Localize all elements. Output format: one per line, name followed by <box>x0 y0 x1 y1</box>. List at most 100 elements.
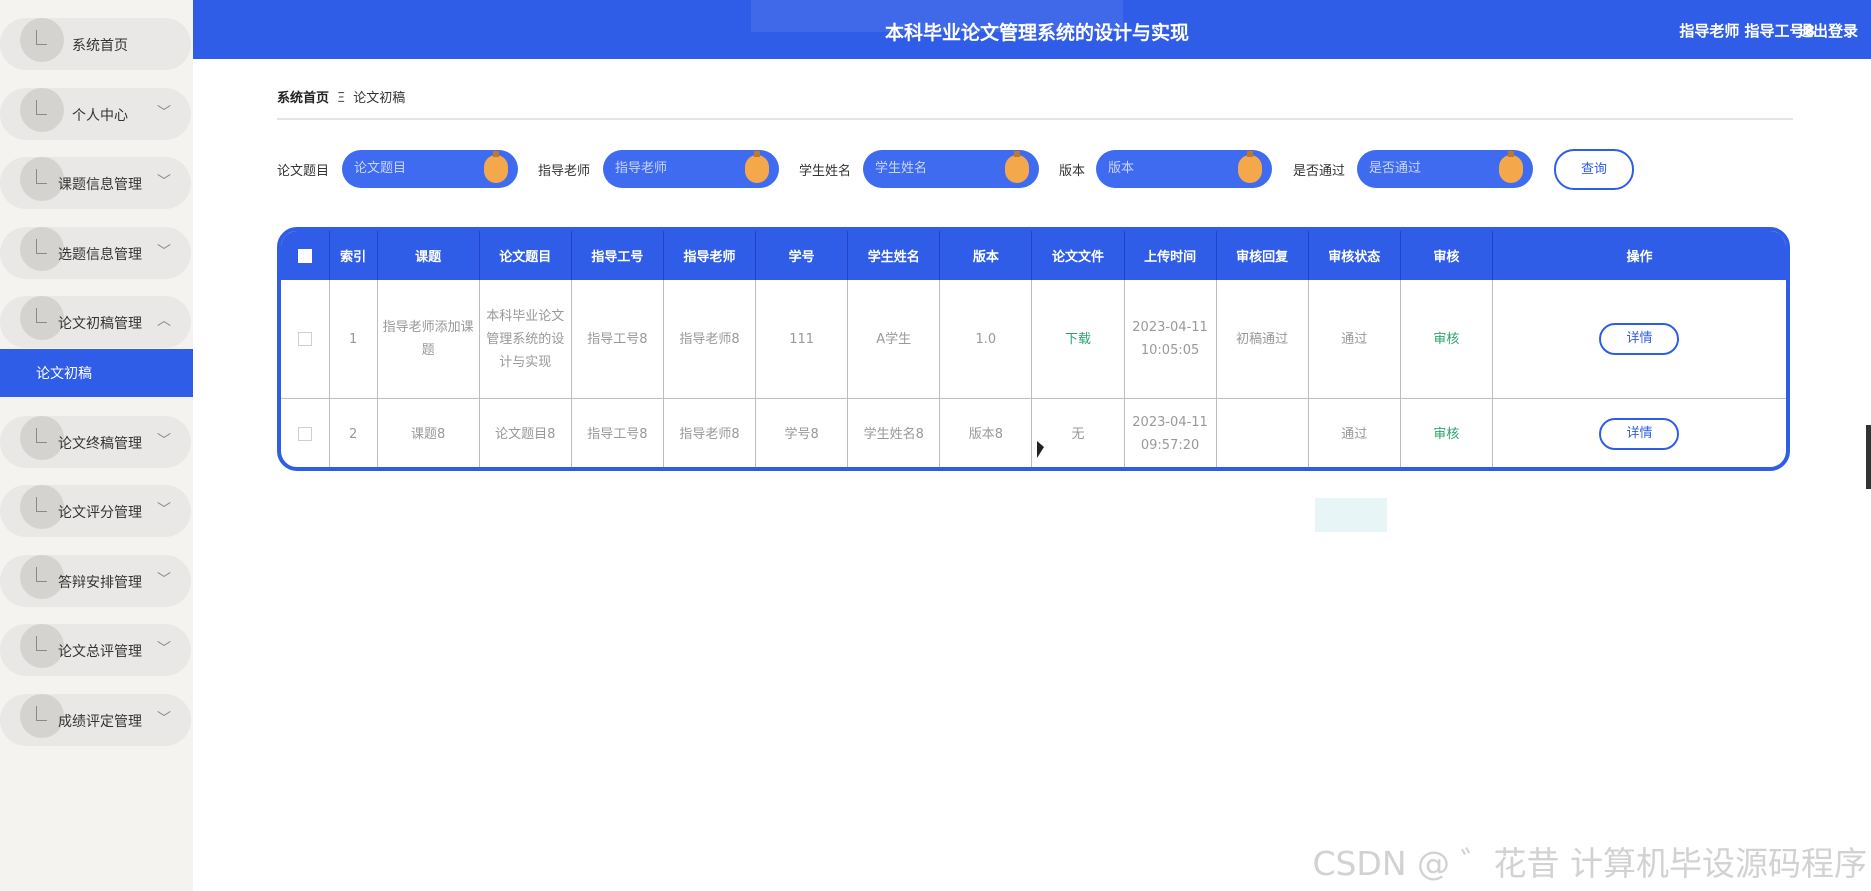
cell-file: 下载 <box>1031 280 1125 399</box>
column-header: 课题 <box>377 231 480 280</box>
column-header: 审核状态 <box>1308 231 1401 280</box>
column-header: 学生姓名 <box>847 231 941 280</box>
scrollbar-handle[interactable] <box>1866 425 1871 489</box>
column-header: 指导工号 <box>571 231 664 280</box>
cell-status: 通过 <box>1308 280 1401 399</box>
input-placeholder: 指导老师 <box>615 161 668 176</box>
cell-title: 论文题目8 <box>479 398 572 467</box>
input-placeholder: 版本 <box>1108 161 1135 176</box>
sidebar-item-final-management[interactable]: 论文终稿管理 ﹀ <box>0 416 191 468</box>
cell-teacher: 指导老师8 <box>663 280 757 399</box>
table-row: 2 课题8 论文题目8 指导工号8 指导老师8 学号8 学生姓名8 版本8 无 … <box>281 398 1786 467</box>
sidebar-item-defense-management[interactable]: 答辩安排管理 ﹀ <box>0 555 191 607</box>
review-link[interactable]: 审核 <box>1433 427 1459 442</box>
cell-student-no: 111 <box>755 280 849 399</box>
breadcrumb: 系统首页 Ξ 论文初稿 <box>277 87 405 106</box>
column-header: 审核回复 <box>1216 231 1309 280</box>
sidebar-item-label: 选题信息管理 <box>58 247 142 263</box>
chevron-down-icon: ﹀ <box>157 572 171 588</box>
review-link[interactable]: 审核 <box>1433 332 1459 347</box>
sidebar-item-label: 系统首页 <box>72 38 128 54</box>
sidebar-item-label: 成绩评定管理 <box>58 714 142 730</box>
row-select-cell[interactable] <box>281 280 330 399</box>
sidebar-item-label: 论文终稿管理 <box>58 436 142 452</box>
menu-icon <box>20 18 64 62</box>
column-header: 索引 <box>329 231 378 280</box>
cell-index: 2 <box>329 398 378 467</box>
cell-version: 1.0 <box>939 280 1033 399</box>
column-header: 审核 <box>1400 231 1493 280</box>
column-header: 操作 <box>1492 231 1786 280</box>
cell-student-no: 学号8 <box>755 398 849 467</box>
cell-status: 通过 <box>1308 398 1401 467</box>
medal-icon <box>1499 151 1523 183</box>
passed-search-input[interactable]: 是否通过 <box>1357 150 1533 188</box>
version-search-input[interactable]: 版本 <box>1096 150 1272 188</box>
cell-teacher: 指导老师8 <box>663 398 757 467</box>
logout-link[interactable]: 退出登录 <box>1798 20 1858 41</box>
sidebar-item-label: 个人中心 <box>72 108 128 124</box>
filter-label-version: 版本 <box>1059 164 1086 179</box>
cell-upload-time: 2023-04-11 10:05:05 <box>1124 280 1217 399</box>
input-placeholder: 论文题目 <box>354 161 407 176</box>
cell-index: 1 <box>329 280 378 399</box>
column-header: 版本 <box>939 231 1033 280</box>
sidebar-item-draft-management[interactable]: 论文初稿管理 ︿ <box>0 296 191 348</box>
cell-version: 版本8 <box>939 398 1033 467</box>
sidebar-item-grade-management[interactable]: 成绩评定管理 ﹀ <box>0 694 191 746</box>
cell-review: 审核 <box>1400 398 1493 467</box>
column-header: 论文文件 <box>1031 231 1125 280</box>
sidebar: 系统首页 个人中心 ﹀ 课题信息管理 ﹀ 选题信息管理 ﹀ 论文初稿管理 ︿ 论… <box>0 0 193 891</box>
filter-label-teacher: 指导老师 <box>538 164 591 179</box>
chevron-down-icon: ﹀ <box>157 641 171 657</box>
top-header: 本科毕业论文管理系统的设计与实现 指导老师 指导工号8 退出登录 <box>193 0 1871 59</box>
cell-teacher-id: 指导工号8 <box>571 280 664 399</box>
cell-reply: 初稿通过 <box>1216 280 1309 399</box>
sidebar-item-overall-management[interactable]: 论文总评管理 ﹀ <box>0 624 191 676</box>
app-title: 本科毕业论文管理系统的设计与实现 <box>885 22 1190 44</box>
cell-student-name: A学生 <box>847 280 941 399</box>
medal-icon <box>1238 151 1262 183</box>
student-search-input[interactable]: 学生姓名 <box>863 150 1039 188</box>
sidebar-item-selection-management[interactable]: 选题信息管理 ﹀ <box>0 227 191 279</box>
sidebar-item-score-management[interactable]: 论文评分管理 ﹀ <box>0 485 191 537</box>
medal-icon <box>745 151 769 183</box>
mouse-cursor-icon <box>1037 441 1044 458</box>
chevron-down-icon: ﹀ <box>157 105 171 121</box>
ghost-confirm-button <box>1315 498 1387 532</box>
input-placeholder: 是否通过 <box>1369 161 1422 176</box>
cell-title: 本科毕业论文管理系统的设计与实现 <box>479 280 572 399</box>
breadcrumb-separator-icon: Ξ <box>337 91 346 106</box>
cell-teacher-id: 指导工号8 <box>571 398 664 467</box>
chevron-down-icon: ﹀ <box>157 502 171 518</box>
breadcrumb-home[interactable]: 系统首页 <box>277 91 329 106</box>
cell-topic: 课题8 <box>377 398 480 467</box>
table-header-row: 索引 课题 论文题目 指导工号 指导老师 学号 学生姓名 版本 论文文件 上传时… <box>281 231 1786 280</box>
download-link[interactable]: 下载 <box>1065 332 1091 347</box>
row-checkbox[interactable] <box>297 332 312 346</box>
row-checkbox[interactable] <box>297 427 312 441</box>
sidebar-subitem-draft[interactable]: 论文初稿 <box>0 349 193 397</box>
table-row: 1 指导老师添加课题 本科毕业论文管理系统的设计与实现 指导工号8 指导老师8 … <box>281 280 1786 399</box>
sidebar-item-home[interactable]: 系统首页 <box>0 18 191 70</box>
input-placeholder: 学生姓名 <box>875 161 928 176</box>
filter-label-student: 学生姓名 <box>799 164 852 179</box>
column-header: 论文题目 <box>479 231 572 280</box>
sidebar-item-personal-center[interactable]: 个人中心 ﹀ <box>0 88 191 140</box>
row-select-cell[interactable] <box>281 398 330 467</box>
select-all-checkbox[interactable] <box>297 248 312 263</box>
query-button[interactable]: 查询 <box>1554 149 1634 190</box>
teacher-search-input[interactable]: 指导老师 <box>603 150 779 188</box>
detail-button[interactable]: 详情 <box>1599 323 1680 355</box>
sidebar-item-label: 课题信息管理 <box>58 177 142 193</box>
select-all-cell[interactable] <box>281 231 330 280</box>
cell-student-name: 学生姓名8 <box>847 398 941 467</box>
sidebar-subitem-label: 论文初稿 <box>36 366 92 382</box>
cell-action: 详情 <box>1492 280 1786 399</box>
detail-button[interactable]: 详情 <box>1599 418 1680 450</box>
sidebar-item-label: 答辩安排管理 <box>58 575 142 591</box>
column-header: 学号 <box>755 231 849 280</box>
cell-topic: 指导老师添加课题 <box>377 280 480 399</box>
title-search-input[interactable]: 论文题目 <box>342 150 518 188</box>
sidebar-item-topic-management[interactable]: 课题信息管理 ﹀ <box>0 157 191 209</box>
